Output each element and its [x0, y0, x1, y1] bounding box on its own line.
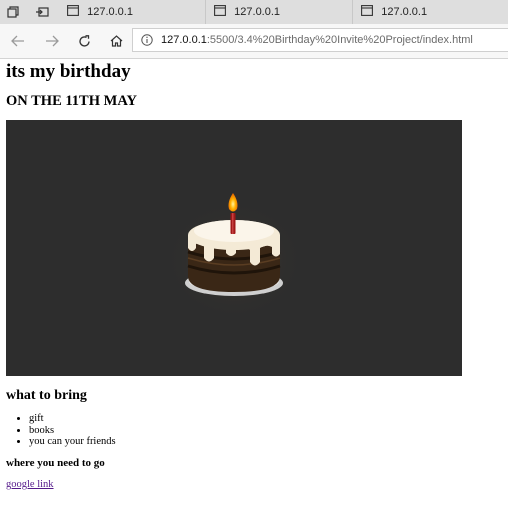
- address-bar[interactable]: 127.0.0.1:5500/3.4%20Birthday%20Invite%2…: [132, 28, 508, 52]
- browser-tab[interactable]: 127.0.0.1: [206, 0, 354, 24]
- tab-title: 127.0.0.1: [381, 6, 428, 18]
- url-host: 127.0.0.1: [161, 34, 207, 46]
- tab-strip: 127.0.0.1 127.0.0.1 127.0.0.1: [0, 0, 508, 24]
- list-item: you can your friends: [29, 436, 116, 448]
- location-heading: where you need to go: [6, 457, 105, 469]
- browser-toolbar: 127.0.0.1:5500/3.4%20Birthday%20Invite%2…: [0, 24, 508, 59]
- tab-actions-icon[interactable]: [6, 5, 20, 19]
- page-title: its my birthday: [6, 61, 131, 82]
- list-item: gift: [29, 413, 116, 425]
- forward-icon[interactable]: [38, 27, 66, 55]
- back-icon[interactable]: [4, 27, 32, 55]
- page-icon: [214, 5, 227, 19]
- page-icon: [361, 5, 374, 19]
- page-icon: [67, 5, 80, 19]
- browser-tab[interactable]: 127.0.0.1: [353, 0, 508, 24]
- tab-title: 127.0.0.1: [87, 6, 133, 18]
- birthday-cake-image: [6, 120, 462, 376]
- browser-tab[interactable]: 127.0.0.1: [59, 0, 207, 24]
- site-info-icon[interactable]: [141, 34, 153, 46]
- list-item: books: [29, 425, 116, 437]
- refresh-icon[interactable]: [70, 27, 98, 55]
- tab-title: 127.0.0.1: [234, 6, 281, 18]
- bring-heading: what to bring: [6, 388, 87, 403]
- bring-list: gift books you can your friends: [6, 413, 116, 448]
- set-aside-tabs-icon[interactable]: [35, 5, 50, 19]
- google-link[interactable]: google link: [6, 479, 54, 490]
- home-icon[interactable]: [102, 27, 130, 55]
- url-path: :5500/3.4%20Birthday%20Invite%20Project/…: [206, 34, 473, 46]
- date-heading: ON THE 11TH MAY: [6, 93, 137, 109]
